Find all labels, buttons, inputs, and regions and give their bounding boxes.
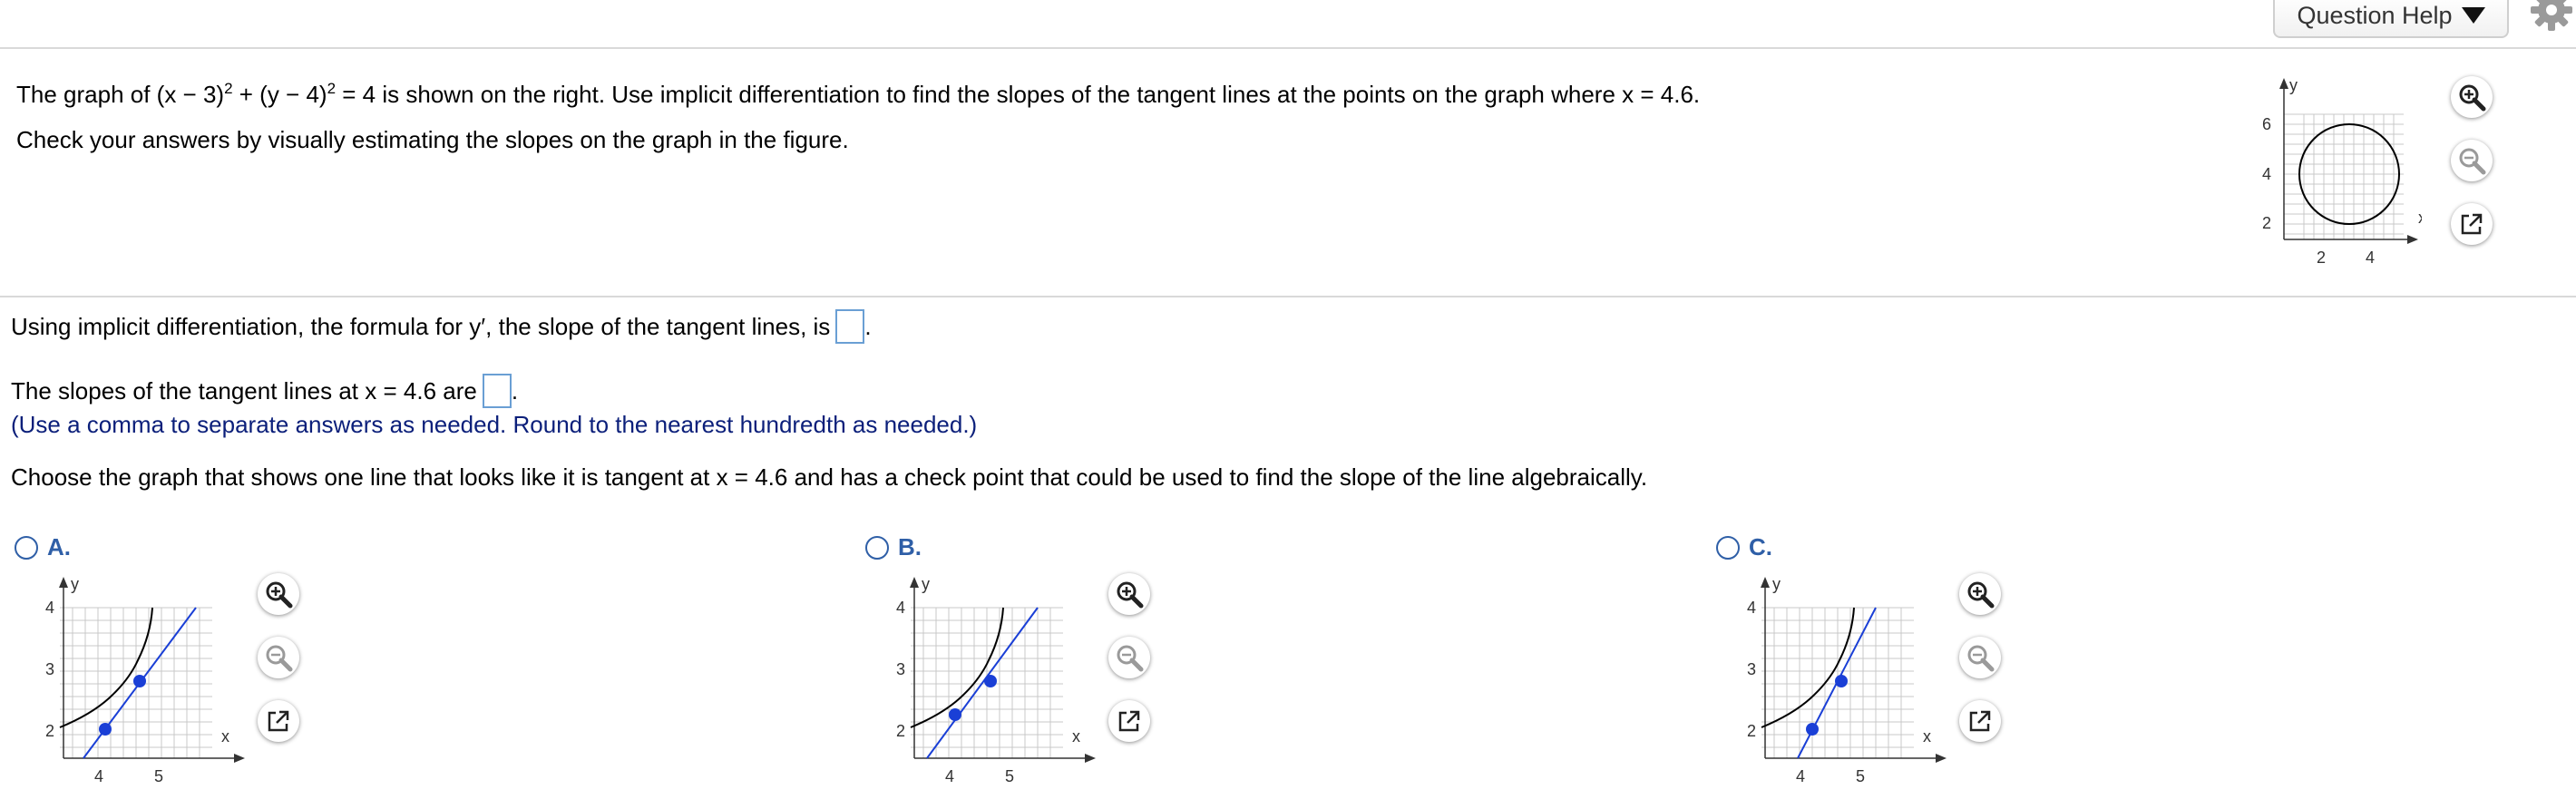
option-c-y-arrow: [1761, 577, 1770, 588]
option-b-zoom-in-button[interactable]: [1108, 573, 1150, 615]
zoom-out-icon: [2459, 148, 2486, 175]
part-3-text: Choose the graph that shows one line tha…: [11, 463, 1648, 491]
option-b-check-point: [949, 708, 961, 721]
option-b-y-label: y: [922, 575, 930, 593]
answer-hint: (Use a comma to separate answers as need…: [11, 411, 978, 438]
option-b-tangent-line: [926, 607, 1039, 759]
option-c-x-label: x: [1923, 727, 1931, 746]
main-figure-xtick-2: 2: [2317, 249, 2326, 267]
option-c-label[interactable]: C.: [1749, 533, 1772, 561]
zoom-in-button[interactable]: [2451, 76, 2493, 118]
option-c-popout-button[interactable]: [1959, 700, 2001, 742]
gear-icon[interactable]: [2529, 0, 2574, 33]
part-1-row: Using implicit differentiation, the form…: [11, 309, 872, 344]
option-a-popout-button[interactable]: [258, 700, 299, 742]
part-1-period: .: [864, 313, 872, 340]
option-b-x-label: x: [1072, 727, 1080, 746]
option-b-xtick-4: 4: [945, 767, 954, 785]
option-c-radio[interactable]: [1716, 536, 1740, 560]
option-c-check-point: [1806, 723, 1819, 736]
option-c-ytick-3: 3: [1747, 660, 1756, 678]
equation-prefix: The graph of (x − 3): [16, 81, 225, 108]
equation-suffix: = 4 is shown on the right. Use implicit …: [336, 81, 1701, 108]
zoom-out-icon: [1117, 645, 1144, 672]
zoom-out-icon: [1967, 645, 1995, 672]
zoom-in-icon: [2459, 84, 2486, 112]
option-c-xtick-5: 5: [1856, 767, 1865, 785]
main-figure-graph: y x 6 4 2 2 4: [2262, 76, 2422, 267]
zoom-in-icon: [266, 581, 293, 609]
option-b-ytick-4: 4: [896, 599, 905, 617]
main-figure-grid: [2284, 113, 2404, 239]
option-a-tangent-point: [133, 675, 146, 687]
option-a-y-label: y: [71, 575, 79, 593]
option-a-x-arrow: [234, 754, 245, 763]
question-statement: The graph of (x − 3)2 + (y − 4)2 = 4 is …: [16, 80, 1700, 109]
main-figure-xtick-4: 4: [2366, 249, 2375, 267]
exponent-1: 2: [224, 80, 233, 97]
option-a-radio[interactable]: [15, 536, 38, 560]
main-figure-ytick-6: 6: [2262, 115, 2271, 133]
tangent-slopes-answer-box[interactable]: [482, 374, 512, 408]
main-figure-ytick-2: 2: [2262, 214, 2271, 232]
option-a-zoom-out-button[interactable]: [258, 637, 299, 678]
option-a-xtick-4: 4: [94, 767, 103, 785]
question-help-label: Question Help: [2297, 1, 2453, 29]
option-c-ytick-2: 2: [1747, 722, 1756, 740]
option-c-xtick-4: 4: [1796, 767, 1805, 785]
main-figure-ytick-4: 4: [2262, 165, 2271, 183]
option-a-graph: y x 4 3 2 4 5: [45, 575, 245, 785]
external-link-icon: [2461, 213, 2483, 235]
option-a-zoom-in-button[interactable]: [258, 573, 299, 615]
option-c-ytick-4: 4: [1747, 599, 1756, 617]
question-line-2: Check your answers by visually estimatin…: [16, 126, 849, 153]
main-figure-x-arrow: [2407, 235, 2418, 244]
option-c-x-arrow: [1936, 754, 1947, 763]
option-a-y-arrow: [59, 577, 68, 588]
option-b-radio[interactable]: [865, 536, 889, 560]
slope-formula-answer-box[interactable]: [835, 309, 865, 344]
option-a-ytick-4: 4: [45, 599, 54, 617]
option-b-graph: y x 4 3 2 4 5: [896, 575, 1096, 785]
option-a-label[interactable]: A.: [47, 533, 71, 561]
caret-down-icon: [2461, 7, 2485, 24]
external-link-icon: [1118, 710, 1140, 732]
zoom-in-icon: [1117, 581, 1144, 609]
exponent-2: 2: [327, 80, 337, 97]
popout-button[interactable]: [2451, 203, 2493, 245]
main-figure-y-arrow: [2279, 78, 2288, 89]
option-c-graph: y x 4 3 2 4 5: [1747, 575, 1947, 785]
option-b-popout-button[interactable]: [1108, 700, 1150, 742]
option-c-zoom-out-button[interactable]: [1959, 637, 2001, 678]
zoom-in-icon: [1967, 581, 1995, 609]
option-a-check-point: [99, 723, 112, 736]
equation-mid: + (y − 4): [232, 81, 327, 108]
option-a-xtick-5: 5: [154, 767, 163, 785]
zoom-out-icon: [266, 645, 293, 672]
option-b-tangent-point: [984, 675, 997, 687]
external-link-icon: [268, 710, 289, 732]
option-b-ytick-2: 2: [896, 722, 905, 740]
option-b-zoom-out-button[interactable]: [1108, 637, 1150, 678]
option-a-x-label: x: [221, 727, 229, 746]
option-c-zoom-in-button[interactable]: [1959, 573, 2001, 615]
option-a-ytick-3: 3: [45, 660, 54, 678]
external-link-icon: [1969, 710, 1991, 732]
zoom-out-button[interactable]: [2451, 140, 2493, 181]
option-b-y-arrow: [910, 577, 919, 588]
question-help-button[interactable]: Question Help: [2273, 0, 2509, 38]
option-a-ytick-2: 2: [45, 722, 54, 740]
part-1-text: Using implicit differentiation, the form…: [11, 313, 831, 340]
main-figure-x-label: x: [2418, 209, 2422, 227]
option-c-y-label: y: [1772, 575, 1781, 593]
part-2-row: The slopes of the tangent lines at x = 4…: [11, 374, 518, 408]
option-b-x-arrow: [1085, 754, 1096, 763]
option-c-tangent-point: [1835, 675, 1848, 687]
part-2-text: The slopes of the tangent lines at x = 4…: [11, 377, 477, 404]
main-figure-y-label: y: [2289, 76, 2298, 94]
option-b-ytick-3: 3: [896, 660, 905, 678]
option-b-label[interactable]: B.: [898, 533, 922, 561]
part-2-period: .: [511, 377, 519, 404]
option-b-xtick-5: 5: [1005, 767, 1014, 785]
